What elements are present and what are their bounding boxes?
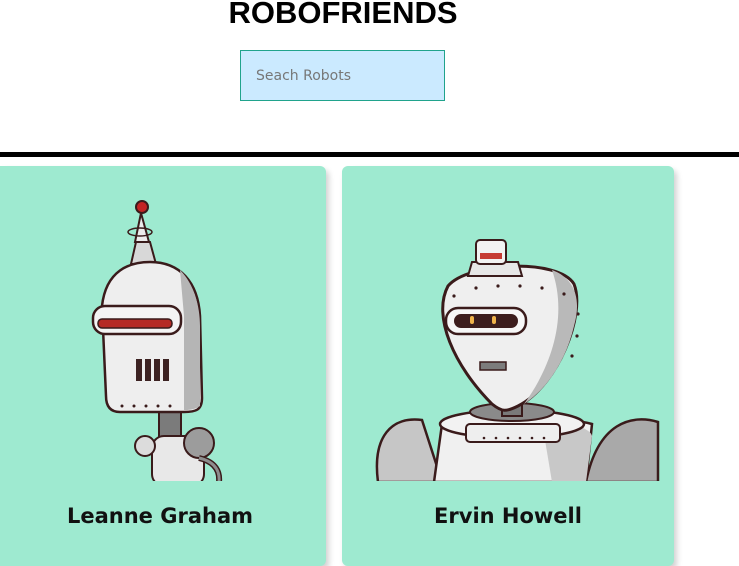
robot-card[interactable]: Ervin Howell — [342, 166, 674, 566]
robot-avatar-ervin — [375, 239, 660, 481]
search-input[interactable] — [240, 50, 445, 101]
page-title: ROBOFRIENDS — [228, 0, 458, 30]
divider — [0, 152, 739, 157]
robot-avatar-leanne — [91, 200, 223, 481]
robot-name: Leanne Graham — [66, 504, 254, 528]
robot-card[interactable]: Leanne Graham — [0, 166, 326, 566]
robot-name: Ervin Howell — [434, 504, 582, 528]
